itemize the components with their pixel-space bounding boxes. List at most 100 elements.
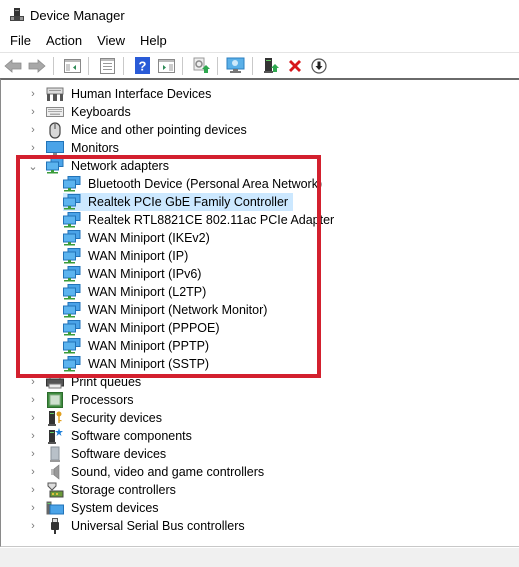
network-adapter-item[interactable]: WAN Miniport (L2TP)	[63, 283, 211, 301]
chevron-right-icon[interactable]: ›	[27, 517, 39, 535]
help-button[interactable]: ?	[131, 55, 153, 77]
network-adapter-item[interactable]: Realtek RTL8821CE 802.11ac PCIe Adapter	[63, 211, 339, 229]
chevron-right-icon[interactable]: ›	[27, 463, 39, 481]
tree-category-network-adapters[interactable]: ⌄ Network adapters	[27, 157, 171, 175]
network-adapter-item[interactable]: WAN Miniport (IP)	[63, 247, 193, 265]
toolbar-separator	[53, 56, 54, 75]
toolbar: ?	[0, 52, 519, 78]
show-hide-action-pane-button[interactable]	[155, 55, 177, 77]
network-adapter-icon	[63, 176, 81, 192]
tree-category-software-devices[interactable]: › Software devices	[27, 445, 168, 463]
chevron-right-icon[interactable]: ›	[27, 499, 39, 517]
tree-category-label: Monitors	[71, 141, 119, 155]
chevron-right-icon[interactable]: ›	[27, 391, 39, 409]
network-adapter-label: WAN Miniport (IPv6)	[88, 267, 202, 281]
back-arrow-icon	[4, 58, 22, 73]
tree-category-label: Software devices	[71, 447, 167, 461]
show-hide-console-tree-button[interactable]	[61, 55, 83, 77]
properties-button[interactable]	[96, 55, 118, 77]
network-adapter-item[interactable]: WAN Miniport (IPv6)	[63, 265, 206, 283]
chevron-right-icon[interactable]: ›	[27, 103, 39, 121]
tree-category-storage-controllers[interactable]: › Storage controllers	[27, 481, 178, 499]
printer-icon	[46, 374, 64, 390]
network-adapter-item-content: Bluetooth Device (Personal Area Network)	[63, 175, 327, 193]
properties-icon	[99, 57, 115, 74]
chevron-right-icon[interactable]: ›	[27, 409, 39, 427]
tree-category-human-interface-devices[interactable]: › Human Interface Devices	[27, 85, 213, 103]
menu-file[interactable]: File	[4, 30, 37, 52]
network-adapter-item[interactable]: WAN Miniport (Network Monitor)	[63, 301, 272, 319]
chevron-right-icon[interactable]: ›	[27, 373, 39, 391]
monitor-icon	[46, 140, 64, 156]
network-adapter-icon	[63, 194, 81, 210]
tree-category-label: System devices	[71, 501, 159, 515]
console-tree-icon	[63, 58, 81, 73]
network-adapter-item-content: WAN Miniport (Network Monitor)	[63, 301, 272, 319]
chevron-right-icon[interactable]: ›	[27, 445, 39, 463]
help-icon: ?	[134, 57, 150, 74]
chevron-down-icon[interactable]: ⌄	[27, 157, 39, 175]
tree-category-print-queues[interactable]: › Print queues	[27, 373, 143, 391]
forward-button[interactable]	[26, 55, 48, 77]
network-adapter-item-content: WAN Miniport (PPTP)	[63, 337, 214, 355]
chevron-right-icon[interactable]: ›	[27, 427, 39, 445]
network-adapter-item[interactable]: Bluetooth Device (Personal Area Network)	[63, 175, 327, 193]
chevron-right-icon[interactable]: ›	[27, 85, 39, 103]
network-adapter-item[interactable]: Realtek PCIe GbE Family Controller	[63, 193, 294, 211]
tree-category-label: Storage controllers	[71, 483, 176, 497]
uninstall-device-button[interactable]	[284, 55, 306, 77]
tree-category-system-devices[interactable]: › System devices	[27, 499, 161, 517]
chevron-right-icon[interactable]: ›	[27, 481, 39, 499]
network-adapter-item[interactable]: WAN Miniport (IKEv2)	[63, 229, 215, 247]
security-device-icon	[46, 410, 64, 426]
network-adapter-label: WAN Miniport (Network Monitor)	[88, 303, 268, 317]
network-adapter-item-content: Realtek PCIe GbE Family Controller	[63, 193, 294, 211]
tree-category-monitors[interactable]: › Monitors	[27, 139, 121, 157]
network-adapter-label: WAN Miniport (IKEv2)	[88, 231, 210, 245]
network-adapter-icon	[63, 338, 81, 354]
usb-icon	[46, 517, 64, 534]
network-adapter-icon	[63, 302, 81, 318]
menu-help[interactable]: Help	[134, 30, 173, 52]
network-adapter-icon	[63, 320, 81, 336]
tree-category-software-components[interactable]: › Software components	[27, 427, 194, 445]
device-tree[interactable]: › Human Interface Devices › Keyboards › …	[0, 78, 519, 547]
network-adapter-item[interactable]: WAN Miniport (PPPOE)	[63, 319, 225, 337]
network-adapter-icon	[63, 356, 81, 372]
network-adapter-label: Realtek PCIe GbE Family Controller	[88, 195, 289, 209]
hid-icon	[46, 86, 64, 102]
status-bar	[0, 548, 519, 567]
forward-arrow-icon	[28, 58, 46, 73]
network-adapter-item[interactable]: WAN Miniport (PPTP)	[63, 337, 214, 355]
update-driver-button[interactable]	[190, 55, 212, 77]
network-adapter-icon	[63, 284, 81, 300]
tree-category-mice[interactable]: › Mice and other pointing devices	[27, 121, 249, 139]
network-adapter-item-content: WAN Miniport (PPPOE)	[63, 319, 225, 337]
network-adapter-label: Bluetooth Device (Personal Area Network)	[88, 177, 323, 191]
toolbar-separator	[252, 56, 253, 75]
tree-category-usb-controllers[interactable]: › Universal Serial Bus controllers	[27, 517, 247, 535]
mouse-icon	[46, 121, 64, 139]
network-adapter-label: WAN Miniport (IP)	[88, 249, 189, 263]
tree-category-label: Security devices	[71, 411, 163, 425]
disable-device-button[interactable]	[308, 55, 330, 77]
network-adapter-item[interactable]: WAN Miniport (SSTP)	[63, 355, 214, 373]
chevron-right-icon[interactable]: ›	[27, 121, 39, 139]
back-button[interactable]	[2, 55, 24, 77]
chevron-right-icon[interactable]: ›	[27, 139, 39, 157]
scan-hardware-changes-button[interactable]	[225, 55, 247, 77]
tree-category-sound-video-game[interactable]: › Sound, video and game controllers	[27, 463, 266, 481]
tree-category-label: Human Interface Devices	[71, 87, 212, 101]
tree-category-processors[interactable]: › Processors	[27, 391, 136, 409]
menu-view[interactable]: View	[91, 30, 131, 52]
tree-category-keyboards[interactable]: › Keyboards	[27, 103, 133, 121]
tree-category-label: Keyboards	[71, 105, 131, 119]
enable-device-button[interactable]	[260, 55, 282, 77]
menu-action[interactable]: Action	[40, 30, 88, 52]
network-adapter-label: WAN Miniport (PPTP)	[88, 339, 210, 353]
network-adapter-item-content: WAN Miniport (IKEv2)	[63, 229, 215, 247]
title-bar: Device Manager	[0, 0, 519, 30]
network-adapter-label: Realtek RTL8821CE 802.11ac PCIe Adapter	[88, 213, 335, 227]
tree-category-label: Network adapters	[71, 159, 169, 173]
tree-category-security-devices[interactable]: › Security devices	[27, 409, 164, 427]
